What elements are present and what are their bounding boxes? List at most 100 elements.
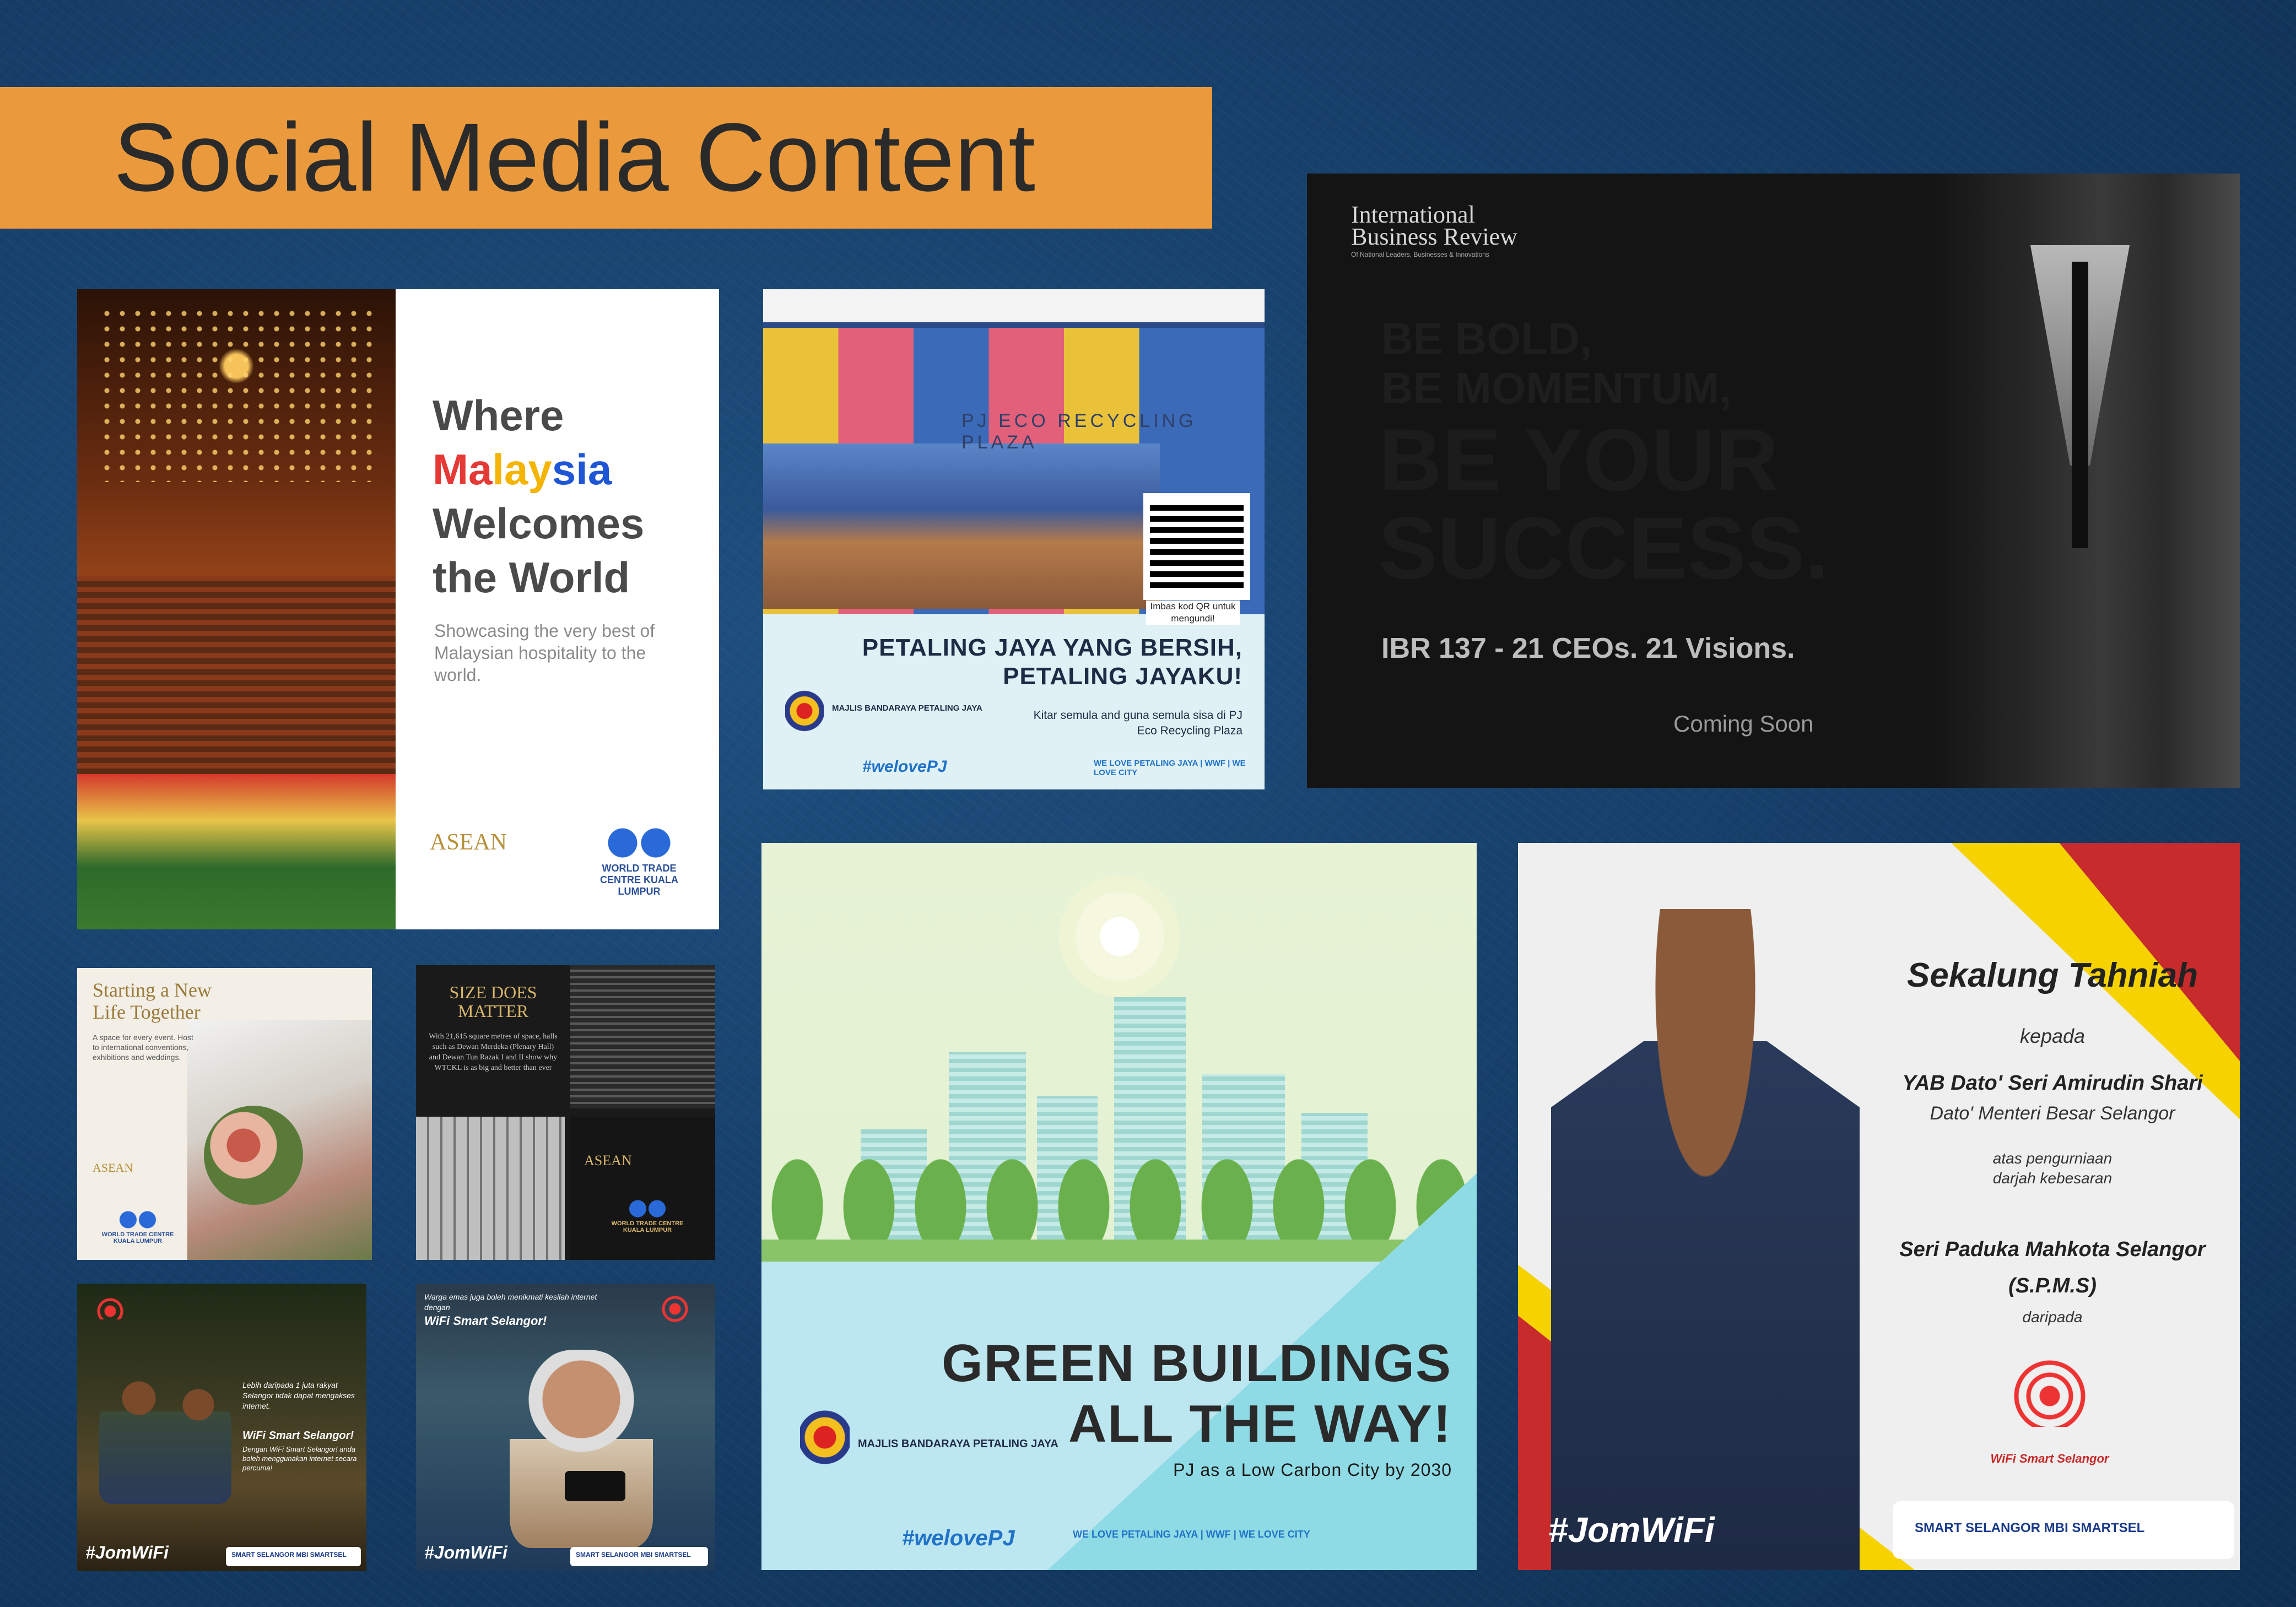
partner-logos: WE LOVE PETALING JAYA | WWF | WE LOVE CI…	[1073, 1529, 1310, 1540]
pj-headline-line-1: PETALING JAYA YANG BERSIH,	[862, 634, 1242, 661]
green-subtitle: PJ as a Low Carbon City by 2030	[1173, 1460, 1452, 1480]
new-life-post[interactable]: Starting a New Life Together A space for…	[77, 968, 372, 1260]
mbpj-crest-icon	[785, 689, 824, 738]
qr-code-icon[interactable]	[1143, 493, 1250, 600]
size-line-1: SIZE DOES	[449, 982, 537, 1002]
headline-ma: Ma	[433, 445, 493, 494]
wifi-icon	[85, 1292, 135, 1319]
wifi-boys-text-2: Dengan WiFi Smart Selangor! anda boleh m…	[242, 1445, 357, 1472]
ibr-slogan-large: BE YOUR SUCCESS.	[1379, 416, 1829, 592]
new-life-headline: Starting a New Life Together	[93, 979, 212, 1023]
pj-headline-line-2: PETALING JAYAKU!	[1003, 663, 1242, 690]
wifi-lady-text: Warga emas juga boleh menikmati kesilah …	[424, 1292, 597, 1312]
ceiling-lights	[99, 306, 375, 482]
globe-icon	[118, 1210, 157, 1229]
size-line-2: MATTER	[458, 1001, 528, 1021]
mbpj-crest-icon	[800, 1408, 850, 1474]
kepada-label: kepada	[2019, 1025, 2086, 1047]
wifi-lady-post[interactable]: Warga emas juga boleh menikmati kesilah …	[416, 1284, 715, 1571]
partner-logos: WE LOVE PETALING JAYA | WWF | WE LOVE CI…	[1094, 759, 1246, 777]
size-matters-post[interactable]: SIZE DOES MATTER With 21,615 square metr…	[416, 965, 715, 1260]
wifi-boys-text: Lebih daripada 1 juta rakyat Selangor ti…	[242, 1381, 355, 1410]
hall-photo-top	[570, 965, 715, 1108]
elderly-woman-photo	[510, 1350, 653, 1548]
phone-image	[565, 1471, 625, 1501]
ibr-teaser-post[interactable]: International Business Review Of Nationa…	[1307, 174, 2240, 788]
sun-icon	[1059, 876, 1180, 997]
tahniah-post[interactable]: Sekalung Tahniah kepada YAB Dato' Seri A…	[1518, 843, 2240, 1570]
wifi-boys-post[interactable]: Lebih daripada 1 juta rakyat Selangor ti…	[77, 1284, 366, 1571]
globe-icon	[606, 826, 672, 859]
slogan-be-momentum: BE MOMENTUM,	[1381, 364, 1732, 413]
ground-strip	[761, 1240, 1477, 1262]
award-name-line-1: Seri Paduka Mahkota Selangor	[1899, 1238, 2206, 1261]
page-title: Social Media Content	[114, 104, 1035, 212]
headline-malaysia: Malaysia	[433, 442, 644, 496]
pj-eco-subtitle: Kitar semula and guna semula sisa di PJ …	[1033, 709, 1242, 737]
award-intro-line-1: atas pengurniaan	[1992, 1150, 2113, 1167]
boys-photo	[99, 1372, 231, 1504]
slogan-be-bold: BE BOLD,	[1381, 314, 1592, 363]
tie-shape	[2072, 262, 2088, 548]
daripada-label: daripada	[2022, 1308, 2083, 1325]
jomwifi-hashtag: #JomWiFi	[85, 1543, 169, 1562]
wifi-label: WiFi Smart Selangor!	[242, 1430, 354, 1442]
asean-award-logo: ASEAN	[584, 1153, 632, 1168]
new-life-subtitle: A space for every event. Host to interna…	[93, 1033, 193, 1062]
asean-award-logo: ASEAN	[93, 1161, 133, 1175]
welovepj-hashtag: #welovePJ	[862, 757, 947, 776]
mbpj-name: MAJLIS BANDARAYA PETALING JAYA	[832, 704, 982, 713]
wtc-headline: Where Malaysia Welcomes the World	[433, 388, 644, 604]
headline-sia: sia	[552, 445, 612, 494]
ibr-logo-line-2: Business Review	[1351, 223, 1517, 250]
slogan-be-your: BE YOUR	[1379, 410, 1779, 509]
wifi-icon	[647, 1289, 703, 1322]
title-banner: Social Media Content	[0, 87, 1212, 229]
jomwifi-hashtag: #JomWiFi	[424, 1543, 507, 1562]
award-name-line-2: (S.P.M.S)	[2008, 1274, 2097, 1297]
logo-panel	[570, 1117, 715, 1260]
sponsor-logos: SMART SELANGOR MBI SMARTSEL	[231, 1551, 347, 1559]
wtc-logo-text: WORLD TRADE CENTRE KUALA LUMPUR	[600, 863, 678, 897]
tree-line	[761, 1140, 1477, 1251]
headline-welcomes: Welcomes	[433, 499, 645, 548]
wtc-welcome-post[interactable]: Where Malaysia Welcomes the World Showca…	[77, 289, 719, 929]
official-portrait	[1551, 909, 1860, 1570]
size-headline: SIZE DOES MATTER	[427, 983, 559, 1020]
qr-caption: Imbas kod QR untuk mengundi!	[1146, 600, 1240, 625]
ibr-tagline: IBR 137 - 21 CEOs. 21 Visions.	[1381, 632, 1795, 664]
wtc-subtitle: Showcasing the very best of Malaysian ho…	[434, 621, 655, 685]
pj-eco-headline: PETALING JAYA YANG BERSIH, PETALING JAYA…	[862, 634, 1242, 691]
hall-photo-bottom	[416, 1117, 565, 1260]
tahniah-headline: Sekalung Tahniah	[1906, 956, 2198, 994]
ibr-logo: International Business Review	[1351, 201, 1517, 250]
wtc-logo: WORLD TRADE CENTRE KUALA LUMPUR	[99, 1210, 176, 1245]
wtc-logo-text: WORLD TRADE CENTRE KUALA LUMPUR	[611, 1220, 684, 1233]
size-subtitle: With 21,615 square metres of space, hall…	[429, 1032, 558, 1072]
green-headline: GREEN BUILDINGS ALL THE WAY!	[942, 1333, 1452, 1454]
new-life-line-2: Life Together	[93, 1001, 201, 1023]
mbpj-name: MAJLIS BANDARAYA PETALING JAYA	[858, 1438, 1058, 1450]
green-buildings-post[interactable]: GREEN BUILDINGS ALL THE WAY! PJ as a Low…	[761, 843, 1477, 1570]
slogan-success: SUCCESS.	[1379, 499, 1829, 597]
wifi-brand: WiFi Smart Selangor	[1990, 1452, 2109, 1465]
plaza-sign: PJ ECO RECYCLING PLAZA	[961, 410, 1197, 453]
asean-award-logo: ASEAN	[430, 830, 507, 855]
ibr-logo-line-1: International	[1351, 201, 1475, 228]
jomwifi-hashtag: #JomWiFi	[1548, 1510, 1715, 1550]
headline-lay: lay	[492, 445, 552, 494]
award-name: Seri Paduka Mahkota Selangor (S.P.M.S)	[1898, 1231, 2207, 1304]
headline-the-world: the World	[433, 553, 630, 602]
sponsor-logos: SMART SELANGOR MBI SMARTSEL	[576, 1551, 691, 1559]
stage-flowers	[77, 774, 396, 929]
headline-where: Where	[433, 391, 564, 440]
honoree-title: Dato' Menteri Besar Selangor	[1930, 1103, 2175, 1124]
award-intro: atas pengurniaan darjah kebesaran	[1898, 1149, 2207, 1188]
welovepj-hashtag: #welovePJ	[902, 1526, 1015, 1550]
globe-icon	[628, 1199, 667, 1218]
coming-soon-label: Coming Soon	[1673, 711, 1814, 737]
bouquet-image	[204, 1106, 303, 1205]
sponsor-logos: SMART SELANGOR MBI SMARTSEL	[1915, 1521, 2145, 1535]
ibr-logo-tagline: Of National Leaders, Businesses & Innova…	[1351, 251, 1489, 258]
pj-eco-recycling-post[interactable]: PJ ECO RECYCLING PLAZA Imbas kod QR untu…	[763, 289, 1265, 789]
